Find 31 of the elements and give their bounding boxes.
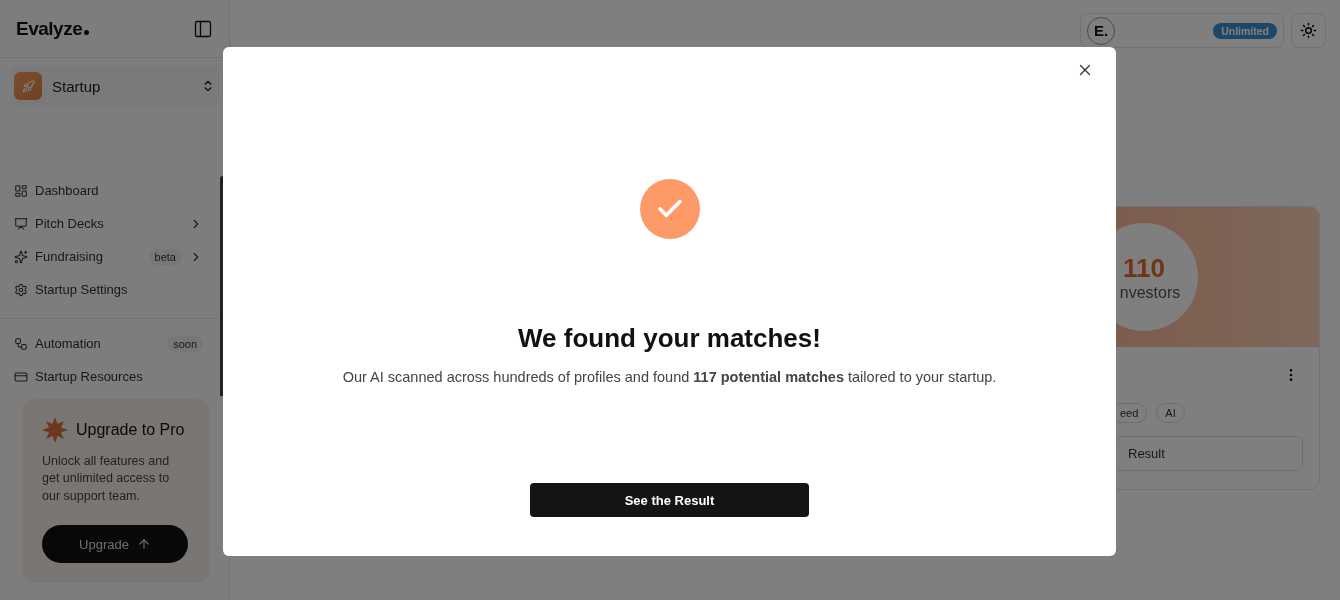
upgrade-text: Unlock all features and get unlimited access to our support team. [42, 452, 171, 505]
investor-label: nvestors [1119, 283, 1181, 302]
sparkles-icon [14, 249, 28, 264]
nav-item[interactable]: Pitch Decks [14, 207, 203, 240]
upgrade-title: Upgrade to Pro [76, 420, 185, 439]
theme-toggle-button[interactable] [1291, 13, 1326, 48]
dashboard-icon [14, 183, 28, 198]
card-icon [14, 369, 28, 384]
upgrade-button[interactable]: Upgrade [42, 525, 188, 563]
nav-item[interactable]: Startup Resources [14, 360, 203, 393]
nav-item[interactable]: Dashboard [14, 174, 203, 207]
plan-badge: Unlimited [1213, 22, 1277, 39]
investor-count: 110 [1123, 252, 1165, 284]
sun-icon [1300, 22, 1317, 39]
logo: Evalyze [16, 17, 90, 40]
dialog-title: We found your matches! [518, 323, 821, 354]
nav-badge: beta [148, 248, 182, 265]
presentation-icon [14, 216, 28, 231]
result-button[interactable]: Result [1115, 436, 1303, 471]
dialog-description: Our AI scanned across hundreds of profiles and found 117 potential matches tailored to your startup. [342, 369, 997, 385]
nav-item[interactable]: Fundraising beta [14, 240, 203, 273]
account-box[interactable]: E. Unlimited [1080, 13, 1284, 48]
settings-icon [14, 282, 28, 297]
nav-item[interactable]: Automation soon [14, 327, 203, 360]
workspace-avatar [14, 72, 42, 100]
starburst-icon [42, 416, 68, 443]
sidebar-toggle-icon[interactable] [193, 18, 213, 39]
see-result-button[interactable]: See the Result [530, 483, 809, 517]
nav-badge: soon [167, 335, 203, 352]
nav-item[interactable]: Startup Settings [14, 273, 203, 306]
workflow-icon [14, 336, 28, 351]
